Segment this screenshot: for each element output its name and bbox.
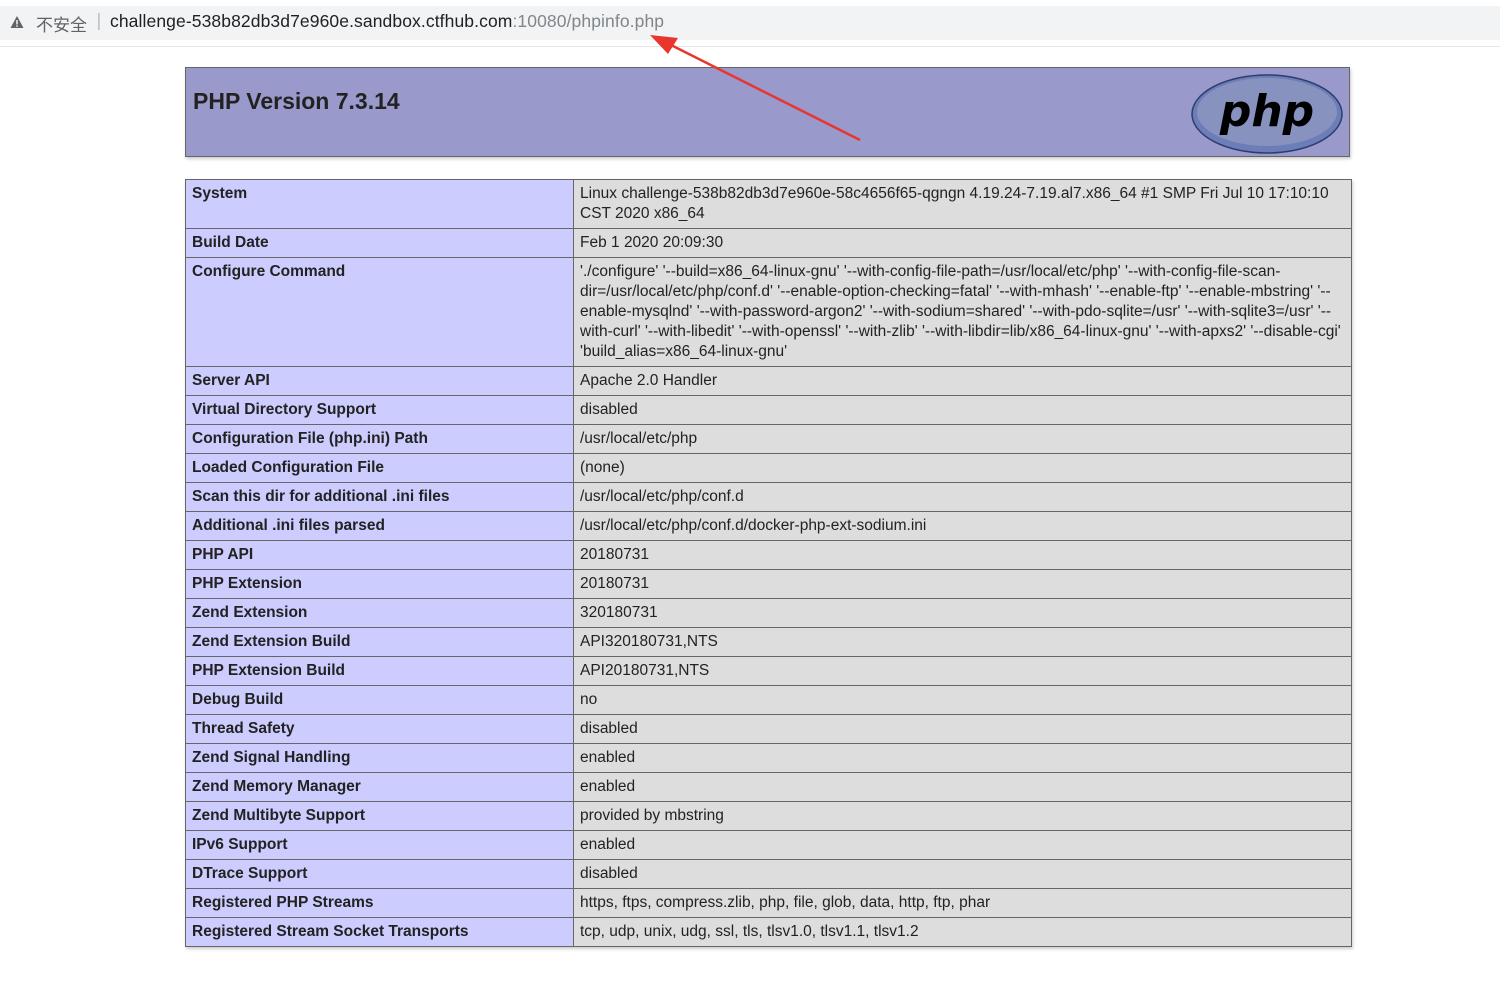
row-value: API320180731,NTS	[573, 627, 1352, 657]
row-key: DTrace Support	[185, 859, 574, 889]
php-logo[interactable]: php	[1191, 74, 1343, 154]
row-key: Zend Extension	[185, 598, 574, 628]
table-row: Scan this dir for additional .ini files /…	[185, 482, 1352, 512]
table-row: Configure Command './configure' '--build=…	[185, 257, 1352, 367]
row-key: PHP Extension	[185, 569, 574, 599]
row-value: enabled	[573, 743, 1352, 773]
table-row: DTrace Support disabled	[185, 859, 1352, 889]
row-key: Virtual Directory Support	[185, 395, 574, 425]
row-key: Scan this dir for additional .ini files	[185, 482, 574, 512]
row-value: /usr/local/etc/php	[573, 424, 1352, 454]
table-row: Additional .ini files parsed/usr/local/e…	[185, 511, 1352, 541]
table-row: Zend Memory Manager enabled	[185, 772, 1352, 802]
table-row: Configuration File (php.ini) Path/usr/lo…	[185, 424, 1352, 454]
row-key: PHP Extension Build	[185, 656, 574, 686]
phpinfo-table: System Linux challenge-538b82db3d7e960e-5…	[185, 179, 1352, 947]
row-value: /usr/local/etc/php/conf.d/docker-php-ext…	[573, 511, 1352, 541]
separator: |	[96, 11, 102, 31]
php-version-header: PHP Version 7.3.14 php	[185, 67, 1350, 157]
row-value: Apache 2.0 Handler	[573, 366, 1352, 396]
url-host: challenge-538b82db3d7e960e.sandbox.ctfhu…	[110, 11, 513, 31]
row-value: 320180731	[573, 598, 1352, 628]
row-value: './configure' '--build=x86_64-linux-gnu'…	[573, 257, 1352, 367]
row-key: Configuration File (php.ini) Path	[185, 424, 574, 454]
table-row: PHP Extension 20180731	[185, 569, 1352, 599]
table-row: Server API Apache 2.0 Handler	[185, 366, 1352, 396]
row-value: provided by mbstring	[573, 801, 1352, 831]
row-value: no	[573, 685, 1352, 715]
row-value: (none)	[573, 453, 1352, 483]
row-key: Registered PHP Streams	[185, 888, 574, 918]
row-key: Zend Extension Build	[185, 627, 574, 657]
row-value: disabled	[573, 395, 1352, 425]
table-row: Zend Multibyte Support provided by mbstri…	[185, 801, 1352, 831]
table-row: PHP API 20180731	[185, 540, 1352, 570]
row-key: Additional .ini files parsed	[185, 511, 574, 541]
row-key: Debug Build	[185, 685, 574, 715]
table-row: Zend Extension Build API320180731,NTS	[185, 627, 1352, 657]
row-value: tcp, udp, unix, udg, ssl, tls, tlsv1.0, …	[573, 917, 1352, 947]
svg-text:php: php	[1219, 86, 1314, 137]
row-key: Build Date	[185, 228, 574, 258]
table-row: Registered PHP Streams https, ftps, compr…	[185, 888, 1352, 918]
table-row: Zend Extension 320180731	[185, 598, 1352, 628]
table-row: Build Date Feb 1 2020 20:09:30	[185, 228, 1352, 258]
row-value: 20180731	[573, 540, 1352, 570]
page-title: PHP Version 7.3.14	[193, 88, 400, 114]
row-key: PHP API	[185, 540, 574, 570]
row-key: IPv6 Support	[185, 830, 574, 860]
row-key: Loaded Configuration File	[185, 453, 574, 483]
row-value: enabled	[573, 772, 1352, 802]
table-row: Loaded Configuration File (none)	[185, 453, 1352, 483]
omnibox[interactable]: 不安全 | challenge-538b82db3d7e960e.sandbox…	[0, 6, 1500, 40]
row-value: 20180731	[573, 569, 1352, 599]
table-row: Registered Stream Socket Transports tcp, …	[185, 917, 1352, 947]
row-key: Zend Multibyte Support	[185, 801, 574, 831]
row-value: Linux challenge-538b82db3d7e960e-58c4656…	[573, 179, 1352, 229]
security-status-label[interactable]: 不安全	[36, 11, 87, 36]
row-value: API20180731,NTS	[573, 656, 1352, 686]
row-value: /usr/local/etc/php/conf.d	[573, 482, 1352, 512]
table-row: Virtual Directory Support disabled	[185, 395, 1352, 425]
table-row: IPv6 Support enabled	[185, 830, 1352, 860]
row-key: Zend Memory Manager	[185, 772, 574, 802]
url-text[interactable]: challenge-538b82db3d7e960e.sandbox.ctfhu…	[110, 11, 664, 32]
table-row: Thread Safety disabled	[185, 714, 1352, 744]
row-key: System	[185, 179, 574, 229]
browser-address-bar: 不安全 | challenge-538b82db3d7e960e.sandbox…	[0, 0, 1500, 47]
row-key: Zend Signal Handling	[185, 743, 574, 773]
warning-triangle-icon[interactable]	[10, 15, 24, 29]
row-value: disabled	[573, 714, 1352, 744]
table-row: PHP Extension Build API20180731,NTS	[185, 656, 1352, 686]
table-row: Zend Signal Handling enabled	[185, 743, 1352, 773]
row-key: Thread Safety	[185, 714, 574, 744]
row-key: Server API	[185, 366, 574, 396]
row-value: disabled	[573, 859, 1352, 889]
row-key: Configure Command	[185, 257, 574, 367]
row-value: https, ftps, compress.zlib, php, file, g…	[573, 888, 1352, 918]
table-row: Debug Build no	[185, 685, 1352, 715]
row-value: Feb 1 2020 20:09:30	[573, 228, 1352, 258]
row-value: enabled	[573, 830, 1352, 860]
url-path: :10080/phpinfo.php	[512, 11, 665, 31]
table-row: System Linux challenge-538b82db3d7e960e-5…	[185, 179, 1352, 229]
row-key: Registered Stream Socket Transports	[185, 917, 574, 947]
